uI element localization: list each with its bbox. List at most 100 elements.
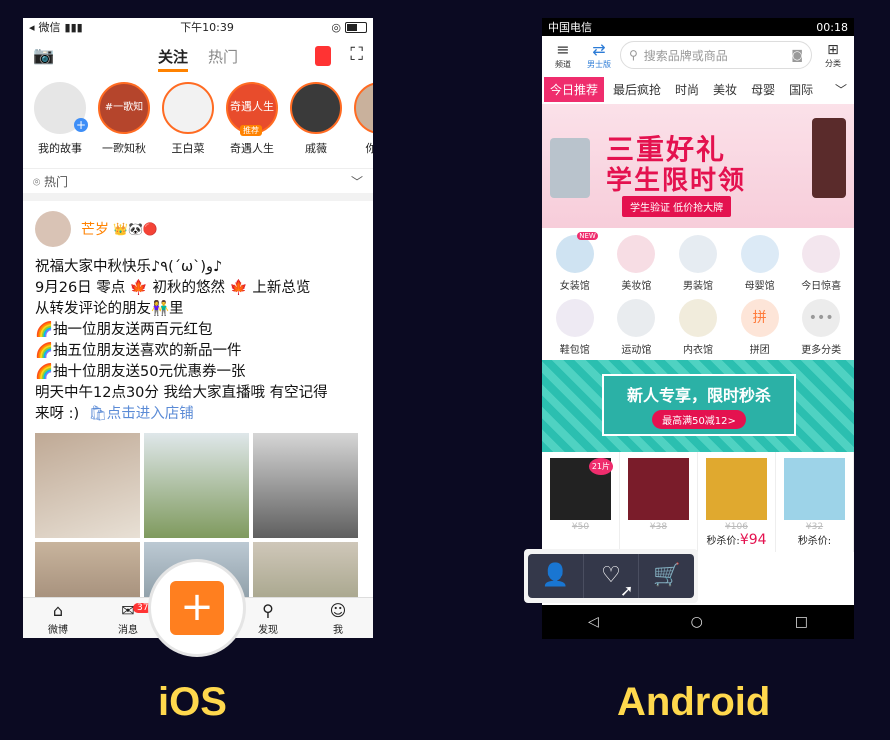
- hot-topic-bar[interactable]: ⌾ 热门 ﹀: [23, 168, 373, 201]
- category-icon: [617, 235, 656, 273]
- category-button[interactable]: ⊞ 分类: [818, 42, 848, 69]
- back-icon[interactable]: ◂: [29, 21, 35, 34]
- status-carrier: 中国电信: [548, 21, 592, 34]
- category-label: 分类: [825, 58, 841, 68]
- menu-icon: ≡: [556, 40, 570, 59]
- unread-badge: 37: [133, 603, 153, 613]
- post-text: 祝福大家中秋快乐♪٩(´ω`)و♪ 9月26日 零点 🍁 初秋的悠然 🍁 上新总…: [23, 257, 373, 425]
- story-item[interactable]: 奇遇人生 推荐 奇遇人生: [223, 82, 281, 162]
- product-art: [812, 118, 846, 198]
- compose-button[interactable]: +: [151, 562, 243, 654]
- avatar: [290, 82, 342, 134]
- channel-label: 频道: [555, 60, 571, 69]
- story-label: 王白菜: [171, 142, 205, 155]
- product-art: [550, 138, 590, 198]
- category-icon-item[interactable]: 鞋包馆: [544, 296, 606, 356]
- category-icon: [678, 299, 717, 337]
- tab-weibo[interactable]: ⌂ 微博: [33, 601, 83, 636]
- post-photo[interactable]: [35, 433, 140, 538]
- category-icon: [555, 299, 594, 337]
- android-nav-bar: ◁ ○ □: [542, 605, 854, 639]
- story-item[interactable]: 王白菜: [159, 82, 217, 162]
- chevron-down-icon[interactable]: ﹀: [830, 81, 852, 98]
- category-icon-item[interactable]: 内衣馆: [667, 296, 729, 356]
- recents-icon[interactable]: □: [795, 614, 808, 630]
- mens-edition-button[interactable]: ⇄ 男士版: [584, 40, 614, 70]
- shop-link[interactable]: 🛍点击进入店铺: [88, 406, 193, 422]
- tab-messages[interactable]: ✉ 37 消息: [103, 601, 153, 636]
- story-tag: 推荐: [240, 125, 262, 136]
- story-label: 我的故事: [38, 142, 82, 155]
- promo-banner[interactable]: 三重好礼 学生限时领 学生验证 低价抢大牌: [542, 104, 854, 228]
- product-card[interactable]: ¥106 秒杀价:¥94: [698, 452, 776, 552]
- hot-label: 热门: [44, 174, 69, 189]
- category-icon-item[interactable]: 今日惊喜: [790, 232, 852, 292]
- story-item[interactable]: #一歌知秋# 一歌知秋: [95, 82, 153, 162]
- ios-status-bar: ◂ 微信 ▮▮▮ 下午10:39 ◎: [23, 18, 373, 36]
- ios-label: iOS: [158, 680, 227, 724]
- category-icon-item[interactable]: 拼拼团: [729, 296, 791, 356]
- category-icon-item[interactable]: 母婴馆: [729, 232, 791, 292]
- scan-icon[interactable]: ⛶: [350, 44, 363, 65]
- story-item[interactable]: 戚薇: [287, 82, 345, 162]
- post-photo[interactable]: [253, 433, 358, 538]
- avatar[interactable]: [35, 211, 71, 247]
- tab-follow[interactable]: 关注: [157, 47, 188, 72]
- product-card[interactable]: ¥32 秒杀价:: [776, 452, 854, 552]
- category-icon: [617, 299, 656, 337]
- category-icon: [802, 235, 841, 273]
- category-icon: •••: [802, 299, 841, 337]
- story-label: 奇遇人生: [230, 142, 274, 155]
- signal-icon: ▮▮▮: [64, 20, 83, 34]
- tab-last-rush[interactable]: 最后疯抢: [608, 81, 666, 98]
- red-packet-icon[interactable]: [315, 46, 331, 66]
- category-icon-item[interactable]: 运动馆: [606, 296, 668, 356]
- tab-today-recommend[interactable]: 今日推荐: [544, 76, 605, 102]
- android-status-bar: 中国电信 00:18: [542, 18, 854, 36]
- category-icon-item[interactable]: NEW 女装馆: [544, 232, 606, 292]
- channel-button[interactable]: ≡ 频道: [548, 40, 578, 70]
- product-card[interactable]: 21片 ¥50: [542, 452, 620, 552]
- old-price: ¥32: [805, 522, 824, 532]
- person-icon[interactable]: 👤: [528, 554, 584, 598]
- post-photo[interactable]: [144, 433, 249, 538]
- emoji-icons: 👑🐼🔴: [113, 222, 158, 236]
- back-icon[interactable]: ◁: [588, 614, 599, 630]
- category-icon-label: 内衣馆: [682, 345, 713, 356]
- tab-baby[interactable]: 母婴: [746, 81, 780, 98]
- switch-icon: ⇄: [592, 40, 606, 59]
- avatar: #一歌知秋#: [98, 82, 150, 161]
- add-icon: +: [74, 118, 88, 132]
- story-item[interactable]: + 我的故事: [31, 82, 89, 162]
- newcomer-promo[interactable]: 新人专享，限时秒杀 最高满50减12>: [542, 360, 854, 452]
- category-icon: NEW: [555, 232, 598, 273]
- story-item[interactable]: 你丫2: [351, 82, 373, 162]
- post-line: 祝福大家中秋快乐♪٩(´ω`)و♪: [35, 259, 223, 275]
- cursor-icon: ➚: [620, 581, 634, 600]
- tab-discover[interactable]: ⚲ 发现: [243, 601, 293, 636]
- floating-action-popup: 👤 ♡ 🛒 ➚: [524, 549, 698, 603]
- promo-title: 新人专享，限时秒杀: [626, 386, 771, 405]
- category-icon: [740, 235, 779, 273]
- category-icon-item[interactable]: 男装馆: [667, 232, 729, 292]
- category-icon-label: 母婴馆: [744, 281, 775, 292]
- sale-label: 秒杀价:: [706, 536, 740, 547]
- cart-icon[interactable]: 🛒: [639, 554, 694, 598]
- category-icon: 拼: [740, 299, 779, 337]
- post-line: 🌈抽五位朋友送喜欢的新品一件: [35, 343, 242, 359]
- chevron-down-icon[interactable]: ﹀: [351, 173, 363, 190]
- tab-international[interactable]: 国际: [784, 81, 818, 98]
- tab-hot[interactable]: 热门: [208, 48, 238, 66]
- tab-me[interactable]: ☺ 我: [313, 601, 363, 636]
- category-icon-item[interactable]: 美妆馆: [606, 232, 668, 292]
- new-tag: NEW: [577, 232, 598, 240]
- camera-icon[interactable]: ◙: [791, 48, 803, 62]
- tab-beauty[interactable]: 美妆: [708, 81, 742, 98]
- product-card[interactable]: ¥38: [620, 452, 698, 552]
- home-icon[interactable]: ○: [691, 614, 703, 630]
- avatar: +: [34, 82, 88, 134]
- tab-fashion[interactable]: 时尚: [670, 81, 704, 98]
- category-icon-item[interactable]: ••• 更多分类: [790, 296, 852, 356]
- search-input[interactable]: ⚲ 搜索品牌或商品 ◙: [620, 41, 812, 69]
- post-username[interactable]: 芒岁: [81, 219, 109, 239]
